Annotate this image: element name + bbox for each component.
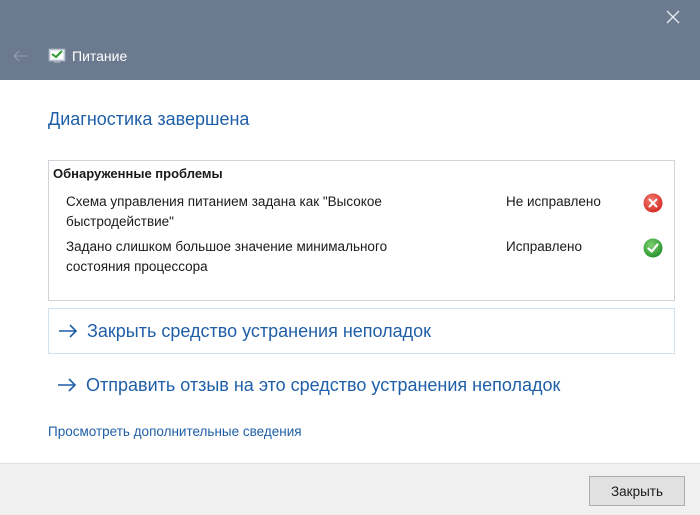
send-feedback-link[interactable]: Отправить отзыв на это средство устранен… bbox=[48, 362, 675, 408]
arrow-right-icon bbox=[56, 378, 78, 392]
view-more-info-link[interactable]: Просмотреть дополнительные сведения bbox=[48, 424, 302, 439]
power-troubleshooter-icon bbox=[48, 48, 66, 64]
problem-description-line: быстродействие" bbox=[66, 214, 174, 229]
problem-description-line: Схема управления питанием задана как "Вы… bbox=[66, 194, 382, 209]
problem-description-line: Задано слишком большое значение минималь… bbox=[66, 239, 388, 254]
problem-description: Схема управления питанием задана как "Вы… bbox=[66, 192, 466, 232]
problems-panel: Обнаруженные проблемы Схема управления п… bbox=[48, 160, 675, 301]
problem-description: Задано слишком большое значение минималь… bbox=[66, 237, 466, 277]
close-icon bbox=[666, 8, 680, 29]
problem-description-line: состояния процессора bbox=[66, 259, 208, 274]
send-feedback-label: Отправить отзыв на это средство устранен… bbox=[86, 374, 561, 395]
window-close-button[interactable] bbox=[650, 2, 696, 34]
checkmark-icon bbox=[643, 238, 663, 258]
nav-row: Питание bbox=[0, 40, 400, 72]
problems-title: Обнаруженные проблемы bbox=[53, 166, 223, 181]
error-icon bbox=[643, 193, 663, 213]
page-title: Диагностика завершена bbox=[48, 109, 250, 129]
title-bar: Питание bbox=[0, 0, 700, 80]
close-troubleshooter-link[interactable]: Закрыть средство устранения неполадок bbox=[48, 308, 675, 354]
window-title: Питание bbox=[72, 48, 128, 64]
problem-status: Исправлено bbox=[506, 239, 582, 254]
back-button[interactable] bbox=[4, 40, 38, 72]
problem-row-power-plan: Схема управления питанием задана как "Вы… bbox=[49, 192, 674, 236]
close-troubleshooter-label: Закрыть средство устранения неполадок bbox=[87, 320, 432, 341]
problem-row-processor-state: Задано слишком большое значение минималь… bbox=[49, 237, 674, 281]
footer-bar: Закрыть bbox=[0, 463, 700, 515]
problem-status: Не исправлено bbox=[506, 194, 601, 209]
arrow-right-icon bbox=[57, 324, 79, 338]
back-arrow-icon bbox=[13, 47, 29, 66]
close-button[interactable]: Закрыть bbox=[589, 476, 685, 506]
